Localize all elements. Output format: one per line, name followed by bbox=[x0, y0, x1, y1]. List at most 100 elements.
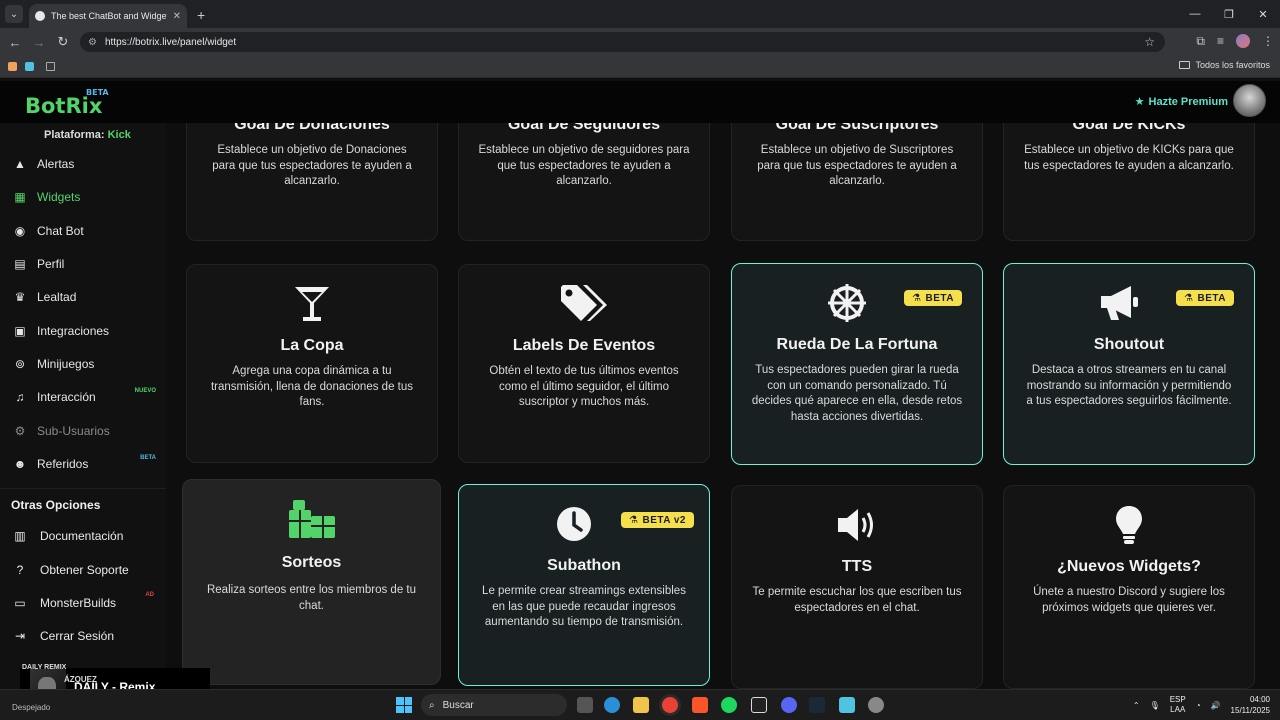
browser-tabbar: ⌄ The best ChatBot and Widgets ✕ + — ❐ ✕ bbox=[0, 0, 1280, 28]
language-indicator[interactable]: ESP LAA bbox=[1170, 695, 1186, 715]
now-playing-artist: ÁZQUEZ bbox=[64, 675, 97, 684]
bookmark-icon[interactable] bbox=[8, 62, 17, 71]
beta-badge-label: BETA bbox=[1197, 292, 1226, 304]
site-info-icon[interactable]: ⚙ bbox=[88, 37, 97, 48]
forward-arrow-icon[interactable]: → bbox=[27, 35, 51, 50]
sidebar-item-alertas[interactable]: ▲ Alertas bbox=[0, 149, 166, 179]
wifi-icon[interactable]: ◔ bbox=[1196, 701, 1201, 710]
window-controls: — ❐ ✕ bbox=[1178, 0, 1280, 28]
epic-games-icon[interactable] bbox=[751, 697, 767, 713]
bookmark-icon[interactable] bbox=[25, 62, 34, 71]
volume-tray-icon[interactable]: 🔊 bbox=[1211, 701, 1221, 710]
bookmarks-bar: Todos los favoritos bbox=[0, 56, 1280, 78]
widget-card-goal-seguidores[interactable]: Goal De Seguidores Establece un objetivo… bbox=[458, 123, 710, 241]
chrome-icon[interactable] bbox=[662, 697, 678, 713]
widget-card-la-copa[interactable]: La Copa Agrega una copa dinámica a tu tr… bbox=[186, 264, 438, 463]
sidebar-item-perfil[interactable]: ▤ Perfil bbox=[0, 249, 166, 279]
app-icon[interactable] bbox=[868, 697, 884, 713]
extensions-icon[interactable]: ⧉ bbox=[1196, 34, 1205, 49]
microphone-icon[interactable]: 🎙 bbox=[1150, 701, 1160, 710]
edge-icon[interactable] bbox=[604, 697, 620, 713]
folder-icon bbox=[1179, 61, 1191, 69]
weather-widget[interactable]: Despejado bbox=[12, 703, 50, 712]
sidebar-item-chat-bot[interactable]: ◉ Chat Bot bbox=[0, 216, 166, 246]
clock[interactable]: 04:00 15/11/2025 bbox=[1231, 694, 1270, 716]
users-icon: ☻ bbox=[13, 457, 27, 471]
minimize-icon[interactable]: — bbox=[1178, 0, 1212, 28]
beta-v2-badge: ⚗ BETA v2 bbox=[621, 512, 694, 528]
spotify-icon[interactable] bbox=[721, 697, 737, 713]
gifts-icon bbox=[183, 498, 440, 542]
new-tab-button[interactable]: + bbox=[197, 7, 205, 23]
url-field[interactable]: ⚙ https://botrix.live/panel/widget ☆ bbox=[80, 32, 1165, 52]
sidebar-item-interaccion[interactable]: ♫ Interacción NUEVO bbox=[0, 382, 166, 412]
sidebar-item-integraciones[interactable]: ▣ Integraciones bbox=[0, 316, 166, 346]
sidebar-item-sub-usuarios[interactable]: ⚙ Sub-Usuarios bbox=[0, 416, 166, 446]
reload-icon[interactable]: ↻ bbox=[51, 34, 75, 50]
brave-icon[interactable] bbox=[692, 697, 708, 713]
users-gear-icon: ⚙ bbox=[14, 424, 26, 438]
bookmark-star-icon[interactable]: ☆ bbox=[1144, 35, 1155, 49]
browser-tab[interactable]: The best ChatBot and Widgets ✕ bbox=[29, 4, 187, 28]
card-title: Labels De Eventos bbox=[512, 337, 656, 354]
all-bookmarks[interactable]: Todos los favoritos bbox=[1179, 60, 1270, 70]
tab-title: The best ChatBot and Widgets bbox=[51, 11, 167, 21]
trophy-icon: ♛ bbox=[14, 290, 26, 304]
lang-bottom: LAA bbox=[1170, 705, 1186, 714]
platform-label: Plataforma: bbox=[44, 129, 105, 141]
tab-search-button[interactable]: ⌄ bbox=[5, 5, 23, 23]
botrix-logo[interactable]: BotRix BETA bbox=[25, 88, 109, 118]
weather-text: Despejado bbox=[12, 703, 51, 712]
task-view-icon[interactable] bbox=[577, 697, 593, 713]
widget-card-goal-suscriptores[interactable]: Goal De Suscriptores Establece un objeti… bbox=[731, 123, 983, 241]
sidebar-item-label: Perfil bbox=[37, 257, 65, 271]
steam-icon[interactable] bbox=[809, 697, 825, 713]
card-title: Shoutout bbox=[1093, 336, 1165, 353]
close-window-icon[interactable]: ✕ bbox=[1246, 0, 1280, 28]
other-options-title: Otras Opciones bbox=[11, 498, 101, 512]
sidebar-item-cerrar-sesion[interactable]: ⇥ Cerrar Sesión bbox=[0, 621, 166, 651]
widget-card-rueda-fortuna[interactable]: ⚗ BETA Rueda De La Fortuna Tus espectado… bbox=[731, 263, 983, 465]
sidebar-item-documentacion[interactable]: ▥ Documentación bbox=[0, 521, 166, 551]
widget-card-subathon[interactable]: ⚗ BETA v2 Subathon Le permite crear stre… bbox=[458, 484, 710, 686]
widget-card-sorteos[interactable]: Sorteos Realiza sorteos entre los miembr… bbox=[182, 479, 441, 685]
profile-avatar-icon[interactable] bbox=[1236, 34, 1250, 48]
widget-card-goal-kicks[interactable]: Goal De KICKs Establece un objetivo de K… bbox=[1003, 123, 1255, 241]
discord-icon[interactable] bbox=[781, 697, 797, 713]
restore-icon[interactable]: ❐ bbox=[1212, 0, 1246, 28]
widgets-grid: Goal De Donaciones Establece un objetivo… bbox=[166, 123, 1280, 689]
card-description: Realiza sorteos entre los miembros de tu… bbox=[206, 584, 416, 612]
sidebar-item-widgets[interactable]: ▦ Widgets bbox=[0, 182, 166, 212]
widget-card-shoutout[interactable]: ⚗ BETA Shoutout Destaca a otros streamer… bbox=[1003, 263, 1255, 465]
menu-dots-icon[interactable]: ⋮ bbox=[1262, 34, 1274, 49]
logo-text: BotRix bbox=[25, 94, 103, 118]
url-text: https://botrix.live/panel/widget bbox=[104, 36, 237, 48]
reading-list-icon[interactable]: ≡ bbox=[1217, 34, 1224, 49]
apps-grid-icon[interactable] bbox=[46, 62, 55, 71]
search-placeholder: Buscar bbox=[442, 699, 474, 711]
windows-start-icon[interactable] bbox=[396, 697, 412, 713]
site-favicon-icon bbox=[35, 11, 45, 21]
file-explorer-icon[interactable] bbox=[633, 697, 649, 713]
taskbar-search[interactable]: ⌕ Buscar bbox=[421, 694, 567, 716]
sidebar-item-label: Integraciones bbox=[37, 324, 110, 338]
widget-card-goal-donaciones[interactable]: Goal De Donaciones Establece un objetivo… bbox=[186, 123, 438, 241]
sidebar-item-lealtad[interactable]: ♛ Lealtad bbox=[0, 282, 166, 312]
back-arrow-icon[interactable]: ← bbox=[3, 35, 27, 50]
close-tab-icon[interactable]: ✕ bbox=[173, 11, 181, 22]
widget-card-labels-eventos[interactable]: Labels De Eventos Obtén el texto de tus … bbox=[458, 264, 710, 463]
cocktail-icon bbox=[187, 283, 437, 327]
premium-button[interactable]: ★ Hazte Premium bbox=[1135, 95, 1228, 109]
user-avatar[interactable] bbox=[1233, 84, 1266, 117]
sidebar-item-obtener-soporte[interactable]: ? Obtener Soporte bbox=[0, 555, 166, 585]
widget-card-tts[interactable]: TTS Te permite escuchar los que escriben… bbox=[731, 485, 983, 689]
sidebar-item-monsterbuilds[interactable]: ▭ MonsterBuilds AD bbox=[0, 588, 166, 618]
chevron-up-icon[interactable]: ⌃ bbox=[1133, 701, 1140, 710]
widget-card-nuevos-widgets[interactable]: ¿Nuevos Widgets? Únete a nuestro Discord… bbox=[1003, 485, 1255, 689]
sidebar-item-minijuegos[interactable]: ⊚ Minijuegos bbox=[0, 349, 166, 379]
card-title: Goal De Donaciones bbox=[234, 123, 390, 133]
sidebar-item-label: Sub-Usuarios bbox=[37, 424, 110, 438]
sidebar-item-referidos[interactable]: ☻ Referidos BETA bbox=[0, 449, 166, 479]
notepad-icon[interactable] bbox=[839, 697, 855, 713]
clock-time: 04:00 bbox=[1249, 695, 1270, 704]
